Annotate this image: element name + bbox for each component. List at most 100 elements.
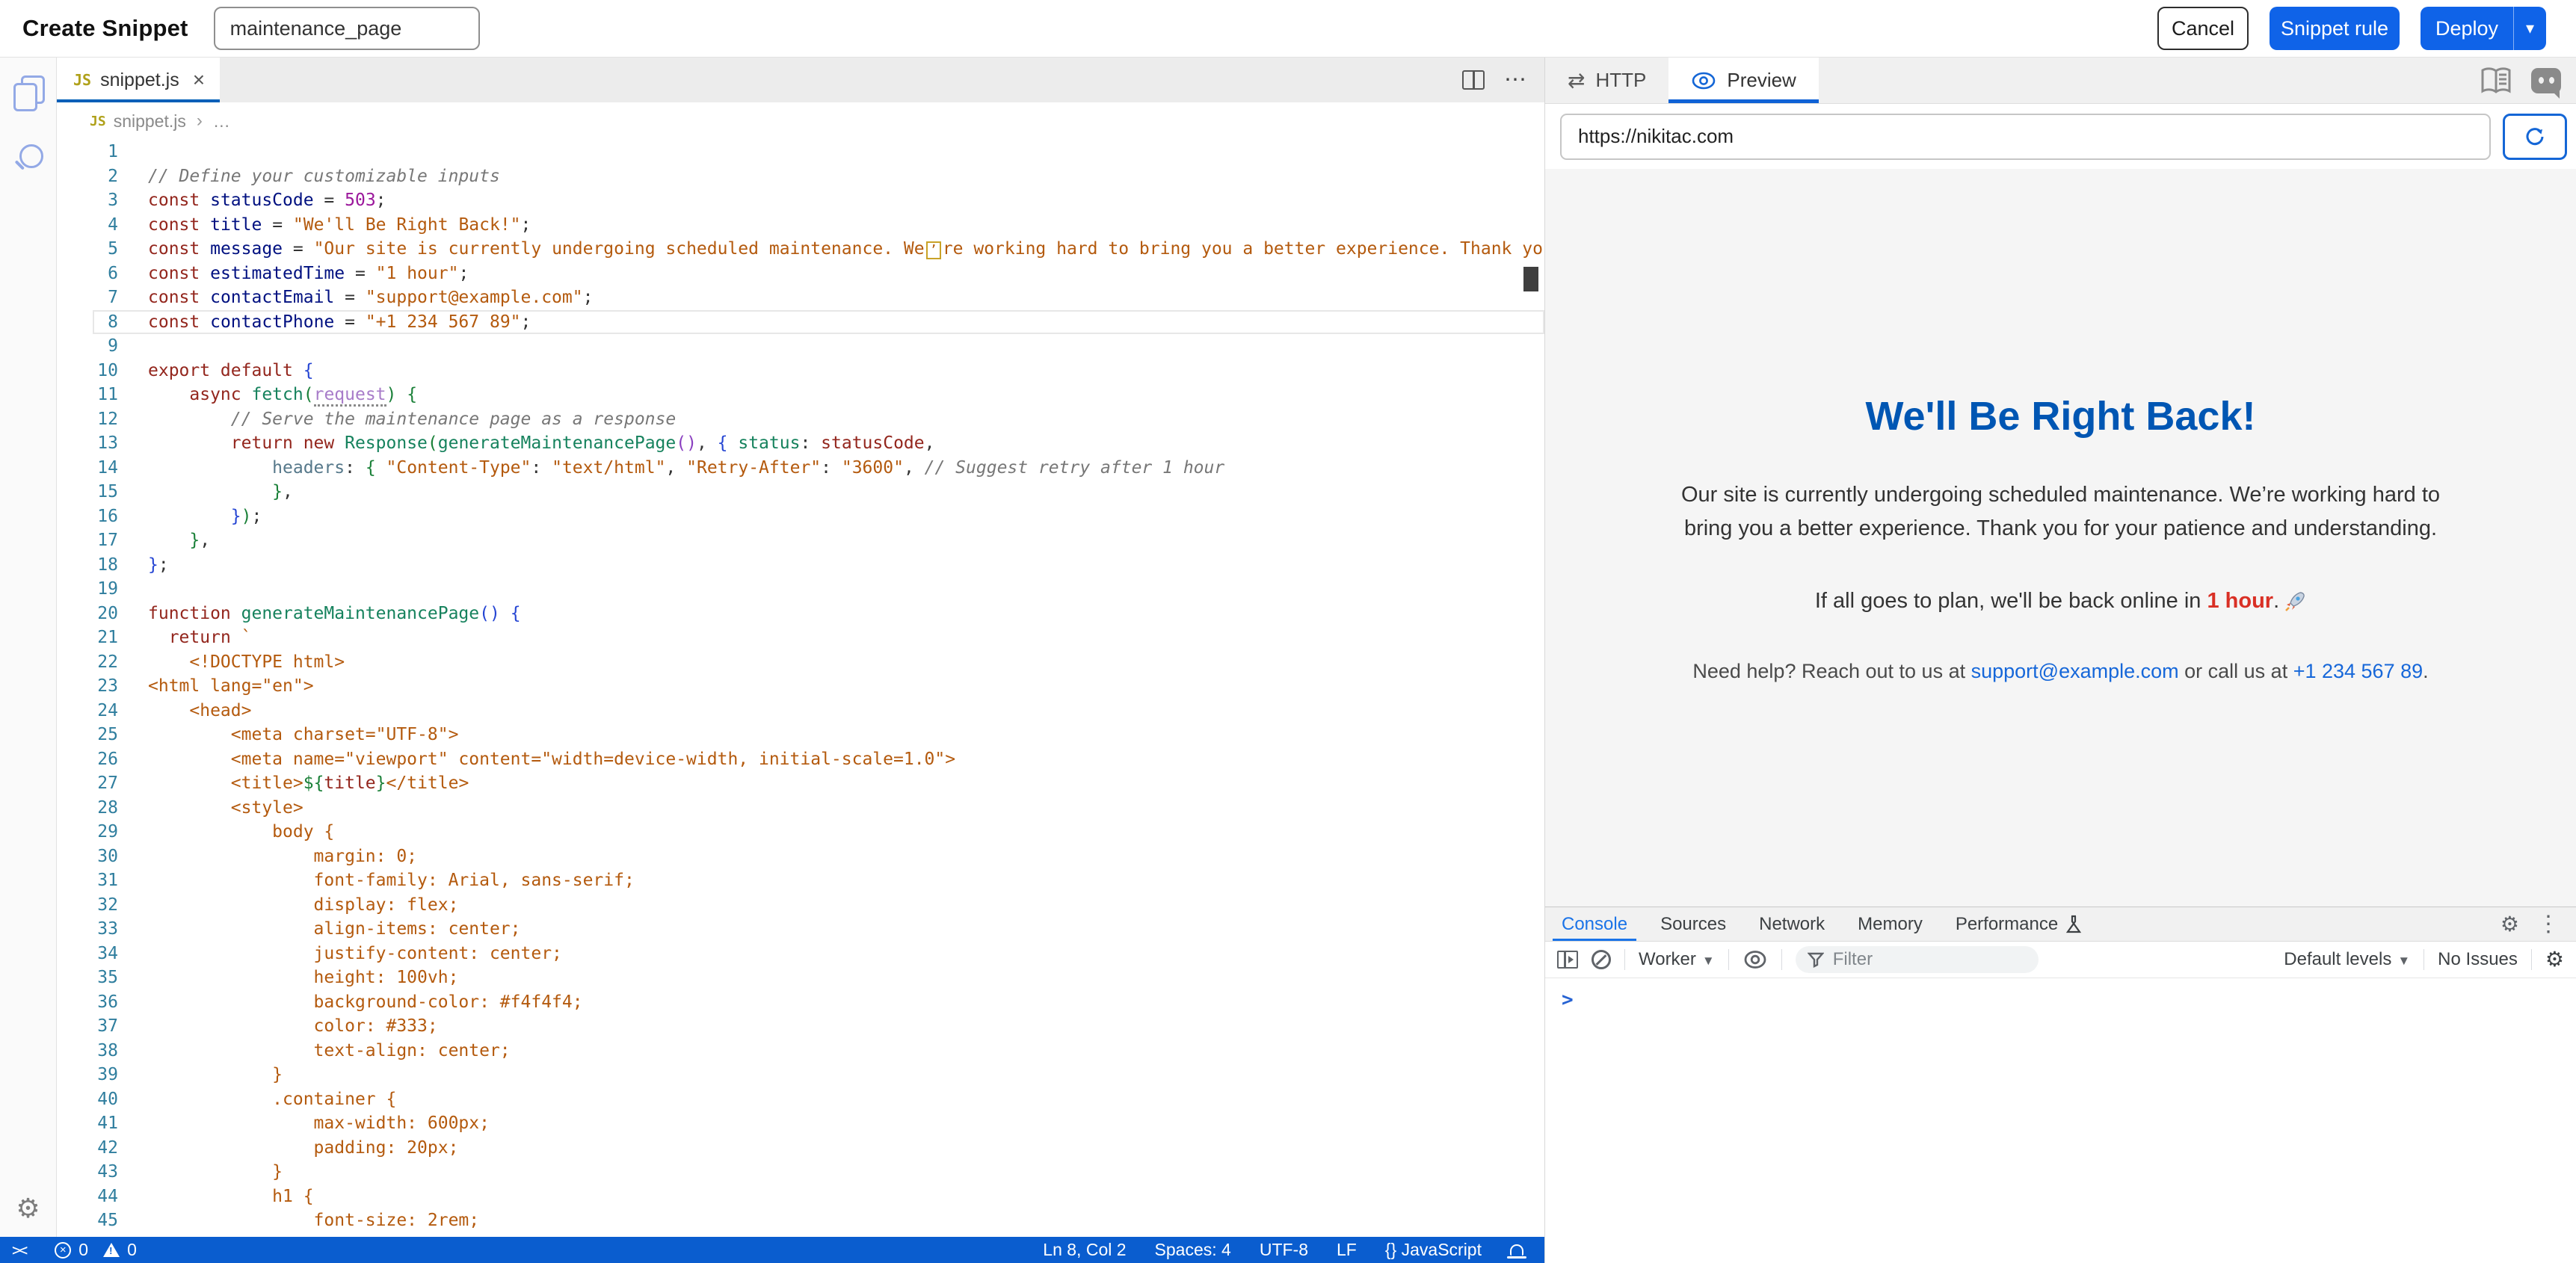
breadcrumb-file[interactable]: snippet.js — [114, 111, 186, 132]
snippet-rule-button[interactable]: Snippet rule — [2270, 7, 2400, 50]
close-tab-icon[interactable]: × — [193, 68, 205, 92]
code-line[interactable]: 25 <meta charset="UTF-8"> — [57, 723, 1544, 747]
code-line[interactable]: 39 } — [57, 1063, 1544, 1087]
statusbar-item[interactable]: Spaces: 4 — [1155, 1240, 1231, 1259]
code-line[interactable]: 12 // Serve the maintenance page as a re… — [57, 407, 1544, 432]
code-line[interactable]: 42 padding: 20px; — [57, 1136, 1544, 1161]
code-line[interactable]: 44 h1 { — [57, 1185, 1544, 1209]
line-number: 31 — [57, 868, 118, 893]
devtools-tab-console[interactable]: Console — [1545, 907, 1644, 941]
code-line[interactable]: 28 <style> — [57, 796, 1544, 821]
clear-console-icon[interactable] — [1591, 950, 1611, 969]
code-line[interactable]: 20function generateMaintenancePage() { — [57, 602, 1544, 626]
code-line[interactable]: 31 font-family: Arial, sans-serif; — [57, 868, 1544, 893]
tab-snippet-js[interactable]: JS snippet.js × — [57, 58, 220, 102]
devtools-tab-network[interactable]: Network — [1743, 907, 1841, 941]
breadcrumb[interactable]: JS snippet.js › … — [57, 102, 1544, 140]
code-line[interactable]: 7const contactEmail = "support@example.c… — [57, 285, 1544, 310]
code-editor[interactable]: 12// Define your customizable inputs3con… — [57, 140, 1544, 1237]
code-line[interactable]: 15 }, — [57, 480, 1544, 504]
deploy-dropdown-button[interactable]: ▾ — [2513, 7, 2546, 50]
problems-indicator[interactable]: × 0 0 — [55, 1240, 137, 1260]
code-line[interactable]: 21 return ` — [57, 626, 1544, 650]
code-line[interactable]: 1 — [57, 140, 1544, 164]
breadcrumb-symbol[interactable]: … — [213, 111, 230, 132]
more-actions-icon[interactable]: ⋯ — [1504, 69, 1526, 91]
remote-indicator-icon[interactable]: >< — [12, 1241, 25, 1259]
code-line[interactable]: 37 color: #333; — [57, 1014, 1544, 1039]
code-line[interactable]: 6const estimatedTime = "1 hour"; — [57, 262, 1544, 286]
refresh-button[interactable] — [2503, 114, 2567, 160]
cancel-button[interactable]: Cancel — [2157, 7, 2249, 50]
live-expression-eye-icon[interactable] — [1743, 950, 1768, 969]
statusbar-item[interactable]: LF — [1337, 1240, 1357, 1259]
statusbar-item[interactable]: Ln 8, Col 2 — [1043, 1240, 1126, 1259]
code-line[interactable]: 13 return new Response(generateMaintenan… — [57, 431, 1544, 456]
code-line[interactable]: 45 font-size: 2rem; — [57, 1208, 1544, 1233]
code-line[interactable]: 41 max-width: 600px; — [57, 1111, 1544, 1136]
code-line[interactable]: 17 }, — [57, 528, 1544, 553]
statusbar-item[interactable]: UTF-8 — [1260, 1240, 1308, 1259]
code-line[interactable]: 32 display: flex; — [57, 893, 1544, 918]
code-line[interactable]: 24 <head> — [57, 699, 1544, 723]
code-line[interactable]: 16 }); — [57, 504, 1544, 529]
status-bar: >< × 0 0 Ln 8, Col 2 Spaces: 4 UTF-8 LF {} J… — [0, 1237, 1544, 1263]
log-levels-selector[interactable]: Default levels▼ — [2284, 949, 2410, 970]
code-line[interactable]: 8const contactPhone = "+1 234 567 89"; — [57, 310, 1544, 335]
code-line[interactable]: 46 color: #0056b3; — [57, 1233, 1544, 1238]
code-line[interactable]: 26 <meta name="viewport" content="width=… — [57, 747, 1544, 772]
snippet-name-input[interactable] — [214, 7, 480, 50]
code-line[interactable]: 33 align-items: center; — [57, 917, 1544, 942]
console-output[interactable]: > — [1545, 978, 2576, 1263]
devtools-tab-sources[interactable]: Sources — [1644, 907, 1743, 941]
code-line[interactable]: 2// Define your customizable inputs — [57, 164, 1544, 189]
devtools-tab-memory[interactable]: Memory — [1841, 907, 1939, 941]
search-icon[interactable] — [13, 144, 43, 174]
copy-files-icon[interactable] — [13, 75, 43, 110]
email-link[interactable]: support@example.com — [1971, 660, 2179, 682]
issues-counter[interactable]: No Issues — [2438, 949, 2518, 970]
code-line[interactable]: 18}; — [57, 553, 1544, 578]
devtools-tab-performance[interactable]: Performance — [1939, 907, 2098, 941]
docs-book-icon[interactable] — [2480, 67, 2512, 94]
code-line[interactable]: 43 } — [57, 1160, 1544, 1185]
code-line[interactable]: 30 margin: 0; — [57, 844, 1544, 869]
split-editor-icon[interactable] — [1462, 70, 1485, 90]
code-line[interactable]: 29 body { — [57, 820, 1544, 844]
code-line[interactable]: 3const statusCode = 503; — [57, 188, 1544, 213]
dock-side-icon[interactable] — [1557, 951, 1578, 969]
url-input[interactable] — [1560, 114, 2491, 160]
discord-icon[interactable] — [2531, 68, 2561, 93]
overview-ruler-mark[interactable] — [1523, 267, 1538, 291]
console-settings-gear-icon[interactable]: ⚙ — [2545, 949, 2564, 970]
line-number: 21 — [57, 626, 118, 650]
tab-preview[interactable]: Preview — [1668, 58, 1818, 103]
phone-link[interactable]: +1 234 567 89 — [2293, 660, 2423, 682]
code-line[interactable]: 4const title = "We'll Be Right Back!"; — [57, 213, 1544, 238]
context-selector[interactable]: Worker▼ — [1639, 949, 1715, 970]
code-line[interactable]: 14 headers: { "Content-Type": "text/html… — [57, 456, 1544, 481]
code-line[interactable]: 38 text-align: center; — [57, 1039, 1544, 1063]
deploy-button[interactable]: Deploy — [2421, 7, 2513, 50]
code-line[interactable]: 5const message = "Our site is currently … — [57, 237, 1544, 262]
code-line[interactable]: 22 <!DOCTYPE html> — [57, 650, 1544, 675]
code-line[interactable]: 40 .container { — [57, 1087, 1544, 1112]
notifications-bell-icon[interactable] — [1510, 1244, 1523, 1256]
kebab-menu-icon[interactable]: ⋮ — [2537, 913, 2560, 936]
code-line[interactable]: 11 async fetch(request) { — [57, 383, 1544, 407]
code-line[interactable]: 9 — [57, 334, 1544, 359]
preview-tab-bar: ⇄ HTTP Preview — [1545, 58, 2576, 104]
gear-icon[interactable]: ⚙ — [2500, 914, 2519, 935]
tab-http[interactable]: ⇄ HTTP — [1545, 58, 1668, 103]
code-line[interactable]: 36 background-color: #f4f4f4; — [57, 990, 1544, 1015]
code-line[interactable]: 34 justify-content: center; — [57, 942, 1544, 966]
code-line[interactable]: 27 <title>${title}</title> — [57, 771, 1544, 796]
code-line[interactable]: 35 height: 100vh; — [57, 966, 1544, 990]
console-prompt[interactable]: > — [1562, 989, 1574, 1011]
console-filter[interactable]: Filter — [1796, 946, 2039, 973]
settings-gear-icon[interactable]: ⚙ — [16, 1195, 40, 1222]
code-line[interactable]: 10export default { — [57, 359, 1544, 383]
code-line[interactable]: 23<html lang="en"> — [57, 674, 1544, 699]
code-line[interactable]: 19 — [57, 577, 1544, 602]
statusbar-item[interactable]: {} JavaScript — [1385, 1240, 1482, 1259]
